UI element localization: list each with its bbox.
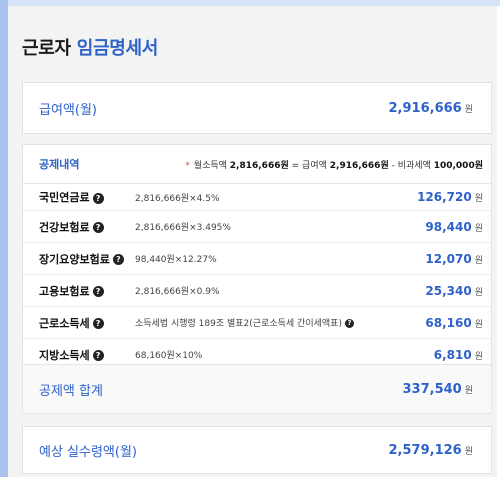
deductions-header: 공제내역 * 월소득액 2,816,666원 = 급여액 2,916,666원 -… xyxy=(23,145,491,184)
deduction-row-health-insurance: 건강보험료? 2,816,666원×3.495% 98,440 원 xyxy=(23,211,491,243)
payslip-panel: 근로자 임금명세서 급여액(월) 2,916,666 원 공제내역 * 월소득액 2… xyxy=(8,6,497,477)
net-pay-amount: 2,579,126 원 xyxy=(388,442,473,458)
deduction-formula: 2,816,666원×4.5% xyxy=(135,193,220,204)
deductions-header-label: 공제내역 xyxy=(39,158,80,171)
deduction-amount: 126,720 원 xyxy=(417,190,483,204)
page-title: 근로자 임금명세서 xyxy=(22,34,158,60)
net-pay-card: 예상 실수령액(월) 2,579,126 원 xyxy=(22,426,492,474)
deduction-amount: 68,160 원 xyxy=(425,315,483,330)
total-deduction-amount: 337,540 원 xyxy=(402,381,474,397)
deduction-amount: 98,440 원 xyxy=(425,219,483,234)
total-deduction-label: 공제액 합계 xyxy=(39,383,103,399)
deduction-amount: 25,340 원 xyxy=(425,283,483,298)
net-pay-label: 예상 실수령액(월) xyxy=(39,444,137,460)
left-border-strip xyxy=(0,0,8,477)
deduction-row-long-term-care: 장기요양보험료? 98,440원×12.27% 12,070 원 xyxy=(23,243,491,275)
deductions-card: 공제내역 * 월소득액 2,816,666원 = 급여액 2,916,666원 -… xyxy=(22,144,492,397)
title-prefix: 근로자 xyxy=(22,38,71,59)
title-accent: 임금명세서 xyxy=(76,38,159,59)
deduction-amount: 6,810 원 xyxy=(433,347,483,362)
question-circle-icon[interactable]: ? xyxy=(92,286,104,297)
question-circle-icon[interactable]: ? xyxy=(92,318,104,329)
deduction-amount: 12,070 원 xyxy=(425,251,483,266)
deduction-formula: 2,816,666원×3.495% xyxy=(135,223,231,233)
taxable-income-note: * 월소득액 2,816,666원 = 급여액 2,916,666원 - 비과세액… xyxy=(185,160,483,171)
gross-pay-card: 급여액(월) 2,916,666 원 xyxy=(22,82,492,134)
question-circle-icon[interactable]: ? xyxy=(344,319,354,328)
total-deduction-card: 공제액 합계 337,540 원 xyxy=(22,364,492,414)
deduction-formula: 소득세법 시행령 189조 별표2(근로소득세 간이세액표)? xyxy=(135,316,425,329)
deduction-row-national-pension: 국민연금료? 2,816,666원×4.5% 126,720 원 xyxy=(23,184,491,211)
question-circle-icon[interactable]: ? xyxy=(112,254,124,265)
deduction-formula: 98,440원×12.27% xyxy=(135,255,217,265)
deduction-row-earned-income-tax: 근로소득세? 소득세법 시행령 189조 별표2(근로소득세 간이세액표)? 6… xyxy=(23,307,491,339)
question-circle-icon[interactable]: ? xyxy=(92,192,104,204)
deduction-row-employment-insurance: 고용보험료? 2,816,666원×0.9% 25,340 원 xyxy=(23,275,491,307)
gross-pay-label: 급여액(월) xyxy=(39,102,97,118)
question-circle-icon[interactable]: ? xyxy=(92,350,104,361)
asterisk-icon: * xyxy=(185,160,190,171)
gross-pay-amount: 2,916,666 원 xyxy=(388,100,473,116)
deduction-formula: 68,160원×10% xyxy=(135,351,203,361)
question-circle-icon[interactable]: ? xyxy=(92,222,104,233)
deduction-formula: 2,816,666원×0.9% xyxy=(135,287,220,297)
